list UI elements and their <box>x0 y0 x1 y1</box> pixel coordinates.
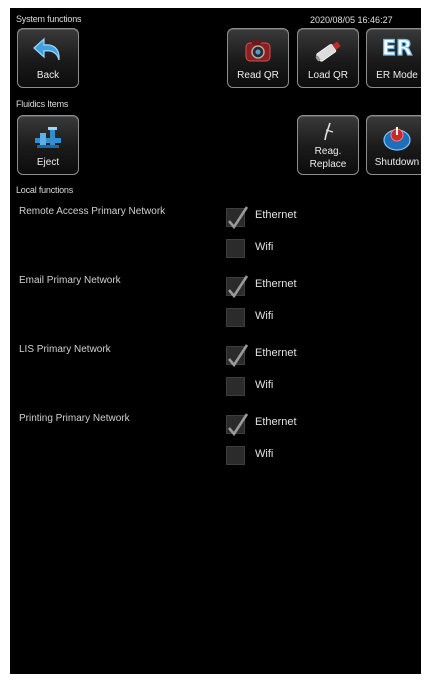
checkmark-icon <box>228 344 249 368</box>
remote-access-wifi-label: Wifi <box>255 241 274 253</box>
back-button[interactable]: Back <box>17 28 79 88</box>
reag-replace-label-line1: Reag. <box>314 146 342 157</box>
screen: System functions 2020/08/05 16:46:27 Bac… <box>10 8 421 674</box>
read-qr-button-label: Read QR <box>237 70 279 81</box>
printing-wifi-checkbox[interactable] <box>226 446 245 465</box>
printing-network-label: Printing Primary Network <box>19 413 130 424</box>
checkmark-icon <box>228 413 249 437</box>
shutdown-button[interactable]: Shutdown <box>366 115 421 175</box>
power-icon <box>380 123 414 158</box>
printing-ethernet-checkbox[interactable] <box>226 413 249 437</box>
er-icon: ER <box>377 33 417 66</box>
email-ethernet-label: Ethernet <box>255 278 297 290</box>
read-qr-button[interactable]: Read QR <box>227 28 289 88</box>
back-button-label: Back <box>36 70 60 81</box>
reag-replace-button-label: Reag. Replace <box>298 145 358 171</box>
pipette-icon <box>313 121 343 148</box>
er-mode-button[interactable]: ER ER Mode <box>366 28 421 88</box>
lis-ethernet-checkbox[interactable] <box>226 344 249 368</box>
lis-wifi-label: Wifi <box>255 379 274 391</box>
reag-replace-button[interactable]: Reag. Replace <box>297 115 359 175</box>
eject-button[interactable]: Eject <box>17 115 79 175</box>
email-wifi-label: Wifi <box>255 310 274 322</box>
remote-access-ethernet-label: Ethernet <box>255 209 297 221</box>
printing-wifi-label: Wifi <box>255 448 274 460</box>
camera-icon <box>241 36 275 71</box>
email-wifi-checkbox[interactable] <box>226 308 245 327</box>
remote-access-ethernet-checkbox[interactable] <box>226 206 249 230</box>
back-arrow-icon <box>31 36 65 71</box>
lis-ethernet-label: Ethernet <box>255 347 297 359</box>
lis-network-label: LIS Primary Network <box>19 344 111 355</box>
datetime-display: 2020/08/05 16:46:27 <box>310 15 393 25</box>
load-qr-button-label: Load QR <box>307 70 349 81</box>
usb-stick-icon <box>311 36 345 71</box>
lis-wifi-checkbox[interactable] <box>226 377 245 396</box>
remote-access-wifi-checkbox[interactable] <box>226 239 245 258</box>
checkmark-icon <box>228 206 249 230</box>
load-qr-button[interactable]: Load QR <box>297 28 359 88</box>
remote-access-network-label: Remote Access Primary Network <box>19 206 166 217</box>
er-icon-text: ER <box>382 36 413 60</box>
er-mode-button-label: ER Mode <box>376 70 418 81</box>
system-functions-label: System functions <box>16 14 82 24</box>
reag-replace-label-line2: Replace <box>309 159 347 170</box>
email-network-label: Email Primary Network <box>19 275 121 286</box>
shutdown-button-label: Shutdown <box>374 157 420 168</box>
eject-button-label: Eject <box>36 157 60 168</box>
local-functions-label: Local functions <box>16 185 74 195</box>
fluidics-items-label: Fluidics Items <box>16 99 69 109</box>
checkmark-icon <box>228 275 249 299</box>
printing-ethernet-label: Ethernet <box>255 416 297 428</box>
eject-icon <box>31 123 65 158</box>
email-ethernet-checkbox[interactable] <box>226 275 249 299</box>
